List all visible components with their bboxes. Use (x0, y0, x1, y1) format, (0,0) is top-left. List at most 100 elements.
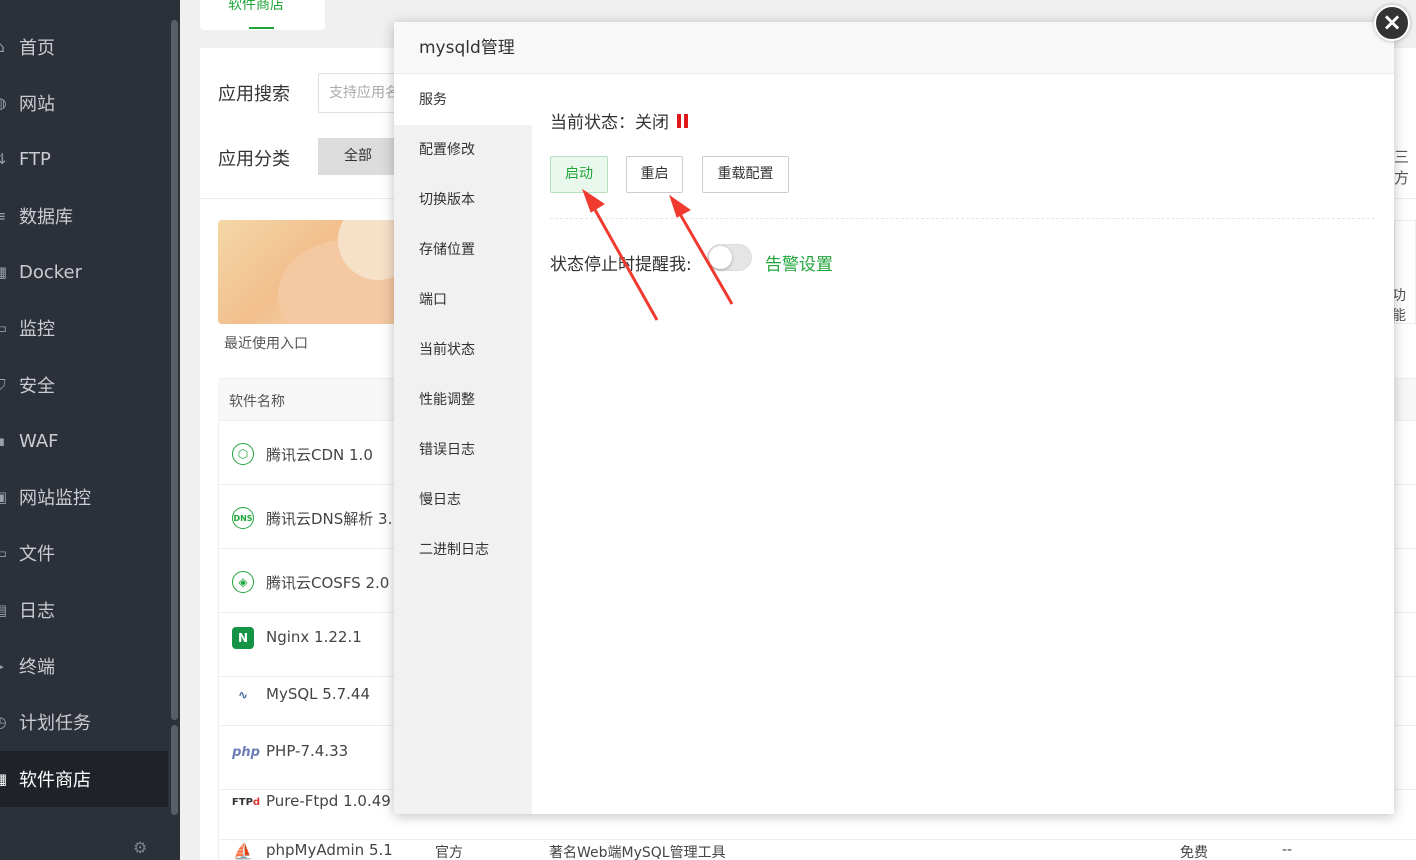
dialog-body: 当前状态： 关闭 启动 重启 重载配置 状态停止时提醒我: 告警设置 (532, 75, 1394, 814)
shield-icon: ⛉ (0, 376, 9, 394)
dialog-nav-binlog[interactable]: 二进制日志 (394, 525, 532, 575)
table-header-name: 软件名称 (229, 394, 285, 410)
home-icon: ⌂ (0, 38, 9, 56)
notify-label: 状态停止时提醒我: (550, 255, 692, 275)
category-all-button[interactable]: 全部 (318, 138, 398, 175)
dialog-nav-error-log[interactable]: 错误日志 (394, 425, 532, 475)
sidebar-item-files[interactable]: ▭ 文件 (0, 525, 168, 581)
sidebar-item-security[interactable]: ⛉ 安全 (0, 357, 168, 413)
mysqld-manage-dialog: mysqld管理 服务 配置修改 切换版本 存储位置 端口 当前状态 性能调整 … (394, 22, 1394, 814)
sidebar-item-label: FTP (19, 148, 51, 170)
sidebar-item-monitor[interactable]: ▭ 监控 (0, 300, 168, 356)
close-icon[interactable]: × (1374, 5, 1410, 41)
database-icon: ≡ (0, 207, 9, 225)
start-button[interactable]: 启动 (550, 156, 608, 193)
reload-config-button[interactable]: 重载配置 (702, 156, 789, 193)
sidebar-item-waf[interactable]: ▪ WAF (0, 413, 168, 469)
dialog-nav-port[interactable]: 端口 (394, 275, 532, 325)
mysql-icon: ∿ (237, 688, 249, 702)
row-name: MySQL 5.7.44 (266, 685, 370, 703)
row-name: Nginx 1.22.1 (266, 628, 362, 646)
row-name: PHP-7.4.33 (266, 742, 349, 760)
sidebar-item-label: 数据库 (19, 207, 73, 228)
sidebar-item-label: Docker (19, 261, 83, 283)
sidebar-item-terminal[interactable]: ▸ 终端 (0, 638, 168, 694)
sidebar-item-cron[interactable]: ◷ 计划任务 (0, 694, 168, 750)
restart-button[interactable]: 重启 (626, 156, 683, 193)
gear-icon[interactable]: ⚙ (133, 838, 147, 857)
terminal-icon: ▸ (0, 657, 9, 675)
sidebar-item-site-monitor[interactable]: ▣ 网站监控 (0, 469, 168, 525)
dialog-nav-service[interactable]: 服务 (394, 75, 532, 125)
ftp-icon: ⇅ (0, 150, 9, 168)
docker-icon: ▦ (0, 263, 9, 281)
clock-icon: ◷ (0, 713, 9, 731)
sidebar-item-label: 日志 (19, 601, 55, 622)
sidebar-item-label: WAF (19, 430, 59, 452)
dialog-nav-status[interactable]: 当前状态 (394, 325, 532, 375)
globe-icon: ◍ (0, 94, 9, 112)
dialog-nav-performance[interactable]: 性能调整 (394, 375, 532, 425)
dialog-nav-slow-log[interactable]: 慢日志 (394, 475, 532, 525)
row-name: 腾讯云COSFS 2.0 (266, 574, 390, 592)
sidebar-item-label: 软件商店 (19, 770, 91, 791)
divider (550, 218, 1375, 219)
sidebar-item-website[interactable]: ◍ 网站 (0, 75, 168, 131)
sidebar-item-label: 网站监控 (19, 488, 91, 509)
sidebar-item-label: 网站 (19, 94, 55, 115)
sidebar-item-home[interactable]: ⌂ 首页 (0, 19, 168, 75)
row-name: phpMyAdmin 5.1 (266, 841, 393, 859)
phpmyadmin-icon: ⛵ (233, 841, 253, 860)
row-name: 腾讯云DNS解析 3.1 (266, 510, 402, 528)
dns-icon: DNS (232, 507, 254, 529)
tab-active-indicator (249, 27, 274, 29)
nginx-icon: N (232, 627, 254, 649)
sidebar-item-label: 安全 (19, 376, 55, 397)
row-expire: -- (1282, 842, 1293, 858)
cosfs-icon: ◈ (232, 571, 254, 593)
banner-image[interactable] (218, 220, 398, 324)
site-monitor-icon: ▣ (0, 488, 9, 506)
category-label: 应用分类 (218, 149, 290, 170)
row-desc: 著名Web端MySQL管理工具 (549, 845, 726, 860)
cdn-icon: ⬡ (232, 443, 254, 465)
log-icon: ▤ (0, 601, 9, 619)
row-name: Pure-Ftpd 1.0.49 (266, 792, 391, 810)
row-price: 免费 (1180, 845, 1208, 860)
status-label: 当前状态： (550, 113, 635, 133)
sidebar-item-database[interactable]: ≡ 数据库 (0, 188, 168, 244)
dialog-nav-config[interactable]: 配置修改 (394, 125, 532, 175)
sidebar-item-label: 监控 (19, 319, 55, 340)
store-icon: ▦ (0, 770, 9, 788)
sidebar-item-store[interactable]: ▦ 软件商店 (0, 751, 168, 807)
php-icon: php (232, 744, 260, 760)
category-third-party[interactable]: 三方 (1394, 146, 1416, 188)
sidebar-item-docker[interactable]: ▦ Docker (0, 244, 168, 300)
folder-icon: ▭ (0, 544, 9, 562)
sidebar-item-label: 首页 (19, 38, 55, 59)
pause-icon (677, 113, 688, 128)
status-value: 关闭 (635, 113, 669, 133)
sidebar-item-label: 终端 (19, 657, 55, 678)
sidebar-scrollbar[interactable] (171, 20, 178, 720)
tab-software-store[interactable]: 软件商店 (228, 0, 284, 14)
sidebar: ⌂ 首页 ◍ 网站 ⇅ FTP ≡ 数据库 ▦ Docker ▭ 监控 ⛉ 安全 ▪ WAF ▣… (0, 0, 180, 860)
notify-toggle[interactable] (707, 244, 752, 271)
row-name: 腾讯云CDN 1.0 (266, 446, 373, 464)
ftpd-icon: FTP d (231, 796, 261, 808)
waf-icon: ▪ (0, 432, 9, 450)
search-label: 应用搜索 (218, 84, 290, 105)
alert-settings-link[interactable]: 告警设置 (765, 250, 833, 275)
dialog-title: mysqld管理 (394, 22, 1394, 74)
dialog-nav-storage[interactable]: 存储位置 (394, 225, 532, 275)
right-func-label: 功能 (1392, 288, 1406, 324)
monitor-icon: ▭ (0, 319, 9, 337)
dialog-nav: 服务 配置修改 切换版本 存储位置 端口 当前状态 性能调整 错误日志 慢日志 … (394, 75, 532, 814)
sidebar-item-logs[interactable]: ▤ 日志 (0, 582, 168, 638)
row-type: 官方 (435, 845, 463, 860)
dialog-nav-version[interactable]: 切换版本 (394, 175, 532, 225)
service-status: 当前状态： 关闭 (550, 108, 688, 133)
sidebar-scrollbar-lower[interactable] (171, 725, 178, 815)
table-row[interactable] (219, 826, 1416, 860)
sidebar-item-ftp[interactable]: ⇅ FTP (0, 131, 168, 187)
